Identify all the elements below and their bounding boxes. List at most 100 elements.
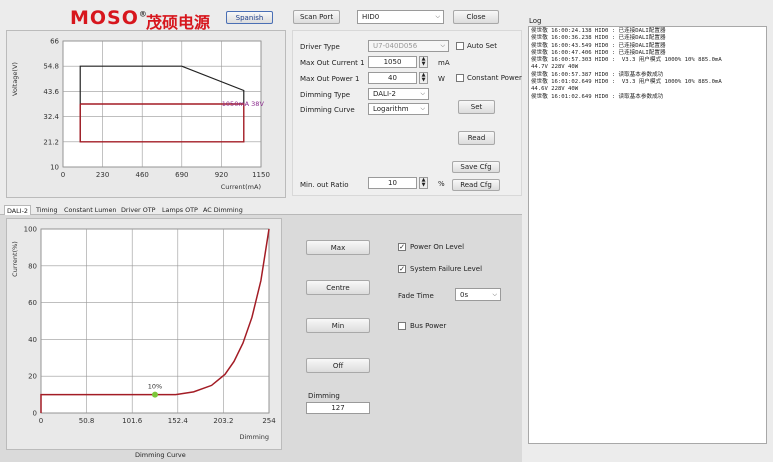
x-tick-label: 690: [175, 171, 188, 179]
x-tick-label: 0: [61, 171, 65, 179]
fade-time-select[interactable]: 0s ⌵: [455, 288, 501, 301]
auto-set-label: Auto Set: [467, 42, 497, 50]
y-tick-label: 100: [24, 226, 37, 234]
bus-power-label: Bus Power: [410, 322, 447, 330]
y-tick-label: 80: [28, 262, 37, 270]
max-out-current-label: Max Out Current 1: [300, 59, 365, 67]
chevron-down-icon: ⌵: [435, 13, 440, 20]
log-content: 侯世敬 16:00:24.138 HID0 : 已连接DALI配置器 侯世敬 16…: [531, 28, 764, 101]
x-tick-label: 152.4: [168, 417, 189, 425]
bus-power-checkbox[interactable]: [398, 322, 406, 330]
log-line: 侯世敬 16:00:57.387 HID0 : 读取基本参数成功: [531, 71, 664, 78]
off-button[interactable]: Off: [306, 358, 370, 373]
dimming-value: 127: [331, 404, 345, 412]
log-line: 侯世敬 16:00:36.238 HID0 : 已连接DALI配置器: [531, 35, 666, 42]
x-tick-label: 50.8: [79, 417, 95, 425]
y-tick-label: 66: [50, 38, 59, 46]
max-out-current-stepper[interactable]: ▲ ▼: [419, 56, 428, 68]
max-out-power-input[interactable]: 40: [368, 72, 417, 84]
current-level-label: 10%: [148, 383, 162, 391]
read-cfg-button[interactable]: Read Cfg: [452, 179, 500, 191]
y-tick-label: 60: [28, 299, 37, 307]
set-button[interactable]: Set: [458, 100, 495, 114]
save-cfg-button[interactable]: Save Cfg: [452, 161, 500, 173]
x-axis-label: Dimming: [239, 433, 269, 441]
centre-button[interactable]: Centre: [306, 280, 370, 295]
x-tick-label: 101.6: [122, 417, 143, 425]
log-line: 侯世敬 16:01:02.649 HID0 : V3.3 用户模式 1000% …: [531, 79, 722, 86]
x-tick-label: 203.2: [213, 417, 233, 425]
ratio-unit: %: [438, 180, 445, 188]
dimming-curve-svg: 0 50.8 101.6 152.4 203.2 254 0 20 40 60 80 100 10%…: [11, 226, 276, 442]
y-axis-label: Voltage(V): [11, 62, 19, 96]
fade-time-value: 0s: [460, 290, 469, 299]
system-failure-level-checkbox[interactable]: ✓: [398, 265, 406, 273]
current-level-marker: [152, 391, 158, 398]
log-line: 44.7V 228V 40W: [531, 64, 579, 71]
language-button[interactable]: Spanish: [226, 11, 273, 24]
min-button[interactable]: Min: [306, 318, 370, 333]
port-select[interactable]: HID0 ⌵: [357, 10, 444, 24]
power-unit: W: [438, 75, 445, 83]
chevron-down-icon: ⌵: [420, 90, 425, 97]
dimming-curve-label: Dimming Curve: [300, 106, 355, 114]
system-failure-level-label: System Failure Level: [410, 265, 483, 273]
log-panel[interactable]: 侯世敬 16:00:24.138 HID0 : 已连接DALI配置器 侯世敬 16…: [528, 26, 767, 444]
power-on-level-label: Power On Level: [410, 243, 465, 251]
y-tick-label: 21.2: [43, 138, 59, 146]
chevron-down-icon: ⌵: [440, 42, 445, 49]
y-tick-label: 40: [28, 336, 37, 344]
scan-port-button[interactable]: Scan Port: [293, 10, 340, 24]
dimming-curve-select[interactable]: Logarithm ⌵: [368, 103, 429, 115]
max-out-power-value: 40: [388, 74, 397, 82]
voltage-current-chart: 0 230 460 690 920 1150 10 21.2 32.4 43.6 54.8 66 1…: [6, 30, 286, 198]
x-tick-label: 0: [39, 417, 43, 425]
y-tick-label: 32.4: [43, 113, 59, 121]
y-tick-label: 0: [33, 410, 37, 418]
power-on-level-checkbox[interactable]: ✓: [398, 243, 406, 251]
close-button[interactable]: Close: [453, 10, 499, 24]
x-tick-label: 1150: [252, 171, 270, 179]
max-out-current-input[interactable]: 1050: [368, 56, 417, 68]
max-button[interactable]: Max: [306, 240, 370, 255]
max-out-power-label: Max Out Power 1: [300, 75, 360, 83]
logo: MOSO®: [70, 7, 148, 29]
driver-type-select[interactable]: U7-040D056 ⌵: [368, 40, 449, 52]
min-out-ratio-stepper[interactable]: ▲ ▼: [419, 177, 428, 189]
log-line: 44.6V 228V 40W: [531, 86, 579, 93]
driver-type-value: U7-040D056: [373, 42, 418, 50]
auto-set-checkbox[interactable]: [456, 42, 464, 50]
fade-time-label: Fade Time: [398, 292, 434, 300]
chart-caption: Dimming Curve: [135, 451, 186, 459]
chevron-down-icon: ⌵: [492, 290, 497, 298]
dimming-type-label: Dimming Type: [300, 91, 351, 99]
x-tick-label: 460: [136, 171, 149, 179]
y-tick-label: 20: [28, 373, 37, 381]
y-axis-label: Current(%): [11, 241, 19, 277]
min-out-ratio-input[interactable]: 10: [368, 177, 417, 189]
current-unit: mA: [438, 59, 450, 67]
read-button[interactable]: Read: [458, 131, 495, 145]
port-value: HID0: [362, 13, 380, 21]
constant-power-checkbox[interactable]: [456, 74, 464, 82]
x-tick-label: 920: [215, 171, 228, 179]
x-axis-label: Current(mA): [221, 183, 261, 191]
log-line: 侯世敬 16:00:57.303 HID0 : V3.3 用户模式 1000% …: [531, 57, 722, 64]
chevron-down-icon: ⌵: [420, 105, 425, 112]
min-out-ratio-label: Min. out Ratio: [300, 181, 349, 189]
min-out-ratio-value: 10: [388, 179, 397, 187]
constant-power-label: Constant Power: [467, 74, 522, 82]
x-tick-label: 254: [262, 417, 276, 425]
log-title: Log: [529, 17, 542, 25]
driver-type-label: Driver Type: [300, 43, 340, 51]
operating-point-label: 1050mA 38V: [222, 100, 265, 108]
max-out-power-stepper[interactable]: ▲ ▼: [419, 72, 428, 84]
dimming-input[interactable]: 127: [306, 402, 370, 414]
max-out-current-value: 1050: [383, 58, 402, 66]
log-line: 侯世敬 16:00:43.549 HID0 : 已连接DALI配置器: [531, 42, 666, 49]
voltage-current-svg: 0 230 460 690 920 1150 10 21.2 32.4 43.6 54.8 66 1…: [11, 38, 270, 192]
y-tick-label: 10: [50, 164, 59, 172]
y-tick-label: 43.6: [43, 88, 59, 96]
dimming-type-select[interactable]: DALI-2 ⌵: [368, 88, 429, 100]
y-tick-label: 54.8: [43, 63, 59, 71]
